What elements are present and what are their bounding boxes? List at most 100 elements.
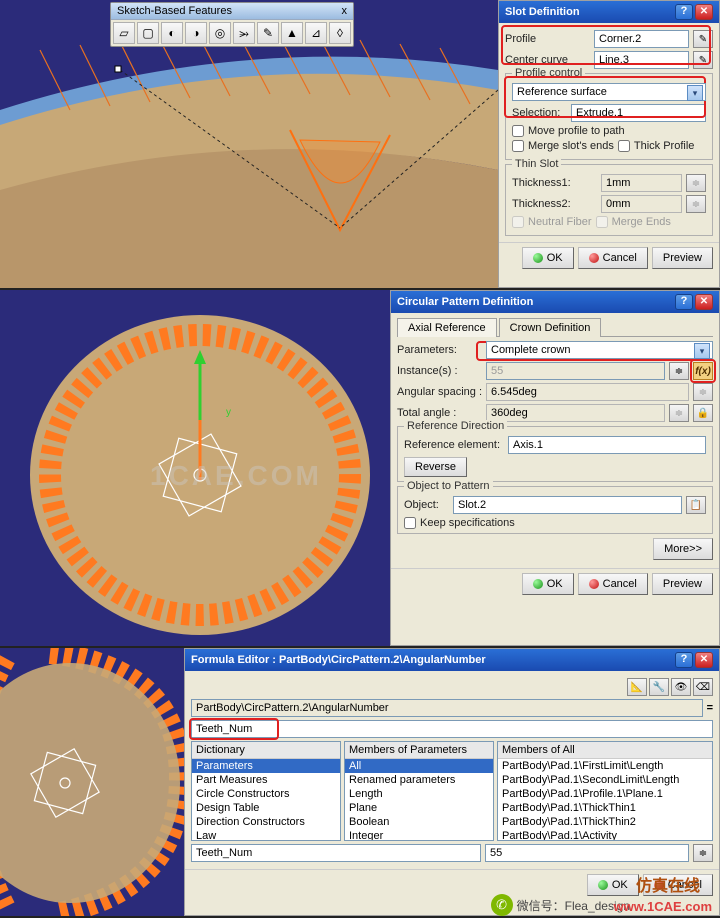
param-name-input[interactable]: Teeth_Num [191,844,481,862]
slot-title: Slot Definition [505,6,580,18]
list-item[interactable]: Renamed parameters [345,773,493,787]
ok-button[interactable]: OK [522,247,574,269]
members-all-listbox[interactable]: Members of All PartBody\Pad.1\FirstLimit… [497,741,713,841]
hole-icon[interactable]: ◎ [209,22,231,44]
merge-slots-checkbox[interactable]: Merge slot's ends [512,140,614,152]
members-params-listbox[interactable]: Members of Parameters AllRenamed paramet… [344,741,494,841]
spinner-icon: ≑ [669,404,689,422]
list-item[interactable]: Law [192,829,340,841]
fengzhen-logo: 仿真在线 [636,872,700,896]
preview-button[interactable]: Preview [652,247,713,269]
parameters-dropdown[interactable]: Complete crown [486,341,713,359]
pocket-icon[interactable]: ▢ [137,22,159,44]
viewport-slot[interactable]: Sketch-Based Features x ▱ ▢ ◐ ◑ ◎ ⭃ ✎ ▲ … [0,0,498,288]
shaft-icon[interactable]: ◐ [161,22,183,44]
tool-icon[interactable]: 🔧 [649,678,669,696]
tab-axial-reference[interactable]: Axial Reference [397,318,497,337]
multi-sections-icon[interactable]: ◊ [329,22,351,44]
list-item[interactable]: PartBody\Pad.1\Profile.1\Plane.1 [498,787,712,801]
slot-titlebar[interactable]: Slot Definition ? ✕ [499,1,719,23]
profile-control-dropdown[interactable]: Reference surface [512,83,706,101]
tool-icon[interactable]: 👁 [671,678,691,696]
eraser-icon[interactable]: ⌫ [693,678,713,696]
list-item[interactable]: Parameters [192,759,340,773]
reference-element-input[interactable]: Axis.1 [508,436,706,454]
solid-combine-icon[interactable]: ⊿ [305,22,327,44]
spinner-icon[interactable]: ≑ [669,362,689,380]
close-icon[interactable]: ✕ [695,294,713,310]
reverse-button[interactable]: Reverse [404,457,467,477]
formula-title: Formula Editor : PartBody\CircPattern.2\… [191,654,486,666]
sketch-icon[interactable]: ✎ [693,30,713,48]
list-item[interactable]: Length [345,787,493,801]
formula-titlebar[interactable]: Formula Editor : PartBody\CircPattern.2\… [185,649,719,671]
toolbar-title[interactable]: Sketch-Based Features x [111,3,353,20]
circ-titlebar[interactable]: Circular Pattern Definition ? ✕ [391,291,719,313]
formula-icon[interactable]: f(x) [693,362,713,380]
help-icon[interactable]: ? [675,652,693,668]
profile-input[interactable]: Corner.2 [594,30,689,48]
pad-icon[interactable]: ▱ [113,22,135,44]
merge-ends-checkbox: Merge Ends [596,216,671,228]
list-item[interactable]: Plane [345,801,493,815]
slot-icon[interactable]: ✎ [257,22,279,44]
formula-expression-input[interactable]: Teeth_Num [191,720,713,738]
list-icon[interactable]: 📋 [686,496,706,514]
ok-button[interactable]: OK [587,874,639,896]
viewport-circular[interactable]: y 1CAE.COM [0,290,390,646]
circular-pattern-dialog: Circular Pattern Definition ? ✕ Axial Re… [390,290,720,646]
list-item[interactable]: Boolean [345,815,493,829]
tab-crown-definition[interactable]: Crown Definition [499,318,602,337]
list-item[interactable]: PartBody\Pad.1\Activity [498,829,712,841]
ok-button[interactable]: OK [522,573,574,595]
move-profile-checkbox[interactable]: Move profile to path [512,125,706,137]
cancel-button[interactable]: Cancel [578,573,648,595]
preview-button[interactable]: Preview [652,573,713,595]
profile-label: Profile [505,33,590,45]
spinner-icon: ≑ [693,383,713,401]
thick-profile-checkbox[interactable]: Thick Profile [618,140,695,152]
stiffener-icon[interactable]: ▲ [281,22,303,44]
list-item[interactable]: PartBody\Pad.1\SecondLimit\Length [498,773,712,787]
more-button[interactable]: More>> [653,538,713,560]
spinner-icon[interactable]: ≑ [693,844,713,862]
keep-specs-checkbox[interactable]: Keep specifications [404,517,706,529]
help-icon[interactable]: ? [675,4,693,20]
formula-target-input[interactable]: PartBody\CircPattern.2\AngularNumber [191,699,703,717]
reference-element-label: Reference element: [404,439,504,451]
cancel-button[interactable]: Cancel [578,247,648,269]
center-curve-input[interactable]: Line.3 [594,51,689,69]
param-value-input[interactable]: 55 [485,844,689,862]
object-input[interactable]: Slot.2 [453,496,682,514]
list-item[interactable]: Circle Constructors [192,787,340,801]
selection-input[interactable]: Extrude.1 [571,104,706,122]
list-item[interactable]: Integer [345,829,493,841]
toolbar-close-icon[interactable]: x [342,5,348,17]
list-item[interactable]: Part Measures [192,773,340,787]
dictionary-listbox[interactable]: Dictionary ParametersPart MeasuresCircle… [191,741,341,841]
thickness1-label: Thickness1: [512,177,597,189]
help-icon[interactable]: ? [675,294,693,310]
lock-icon[interactable]: 🔒 [693,404,713,422]
list-item[interactable]: All [345,759,493,773]
spinner-icon: ≑ [686,174,706,192]
rib-icon[interactable]: ⭃ [233,22,255,44]
dictionary-header: Dictionary [192,742,340,759]
viewport-formula[interactable] [0,648,184,916]
object-to-pattern-legend: Object to Pattern [404,480,493,492]
tool-icon[interactable]: 📐 [627,678,647,696]
sketch-features-toolbar[interactable]: Sketch-Based Features x ▱ ▢ ◐ ◑ ◎ ⭃ ✎ ▲ … [110,2,354,47]
selection-label: Selection: [512,107,567,119]
list-item[interactable]: PartBody\Pad.1\ThickThin2 [498,815,712,829]
list-item[interactable]: Direction Constructors [192,815,340,829]
list-item[interactable]: PartBody\Pad.1\ThickThin1 [498,801,712,815]
sketch-icon[interactable]: ✎ [693,51,713,69]
groove-icon[interactable]: ◑ [185,22,207,44]
list-item[interactable]: Design Table [192,801,340,815]
instances-input[interactable]: 55 [486,362,665,380]
thin-slot-legend: Thin Slot [512,158,561,170]
close-icon[interactable]: ✕ [695,4,713,20]
close-icon[interactable]: ✕ [695,652,713,668]
list-item[interactable]: PartBody\Pad.1\FirstLimit\Length [498,759,712,773]
toolbar-title-text: Sketch-Based Features [117,5,232,17]
